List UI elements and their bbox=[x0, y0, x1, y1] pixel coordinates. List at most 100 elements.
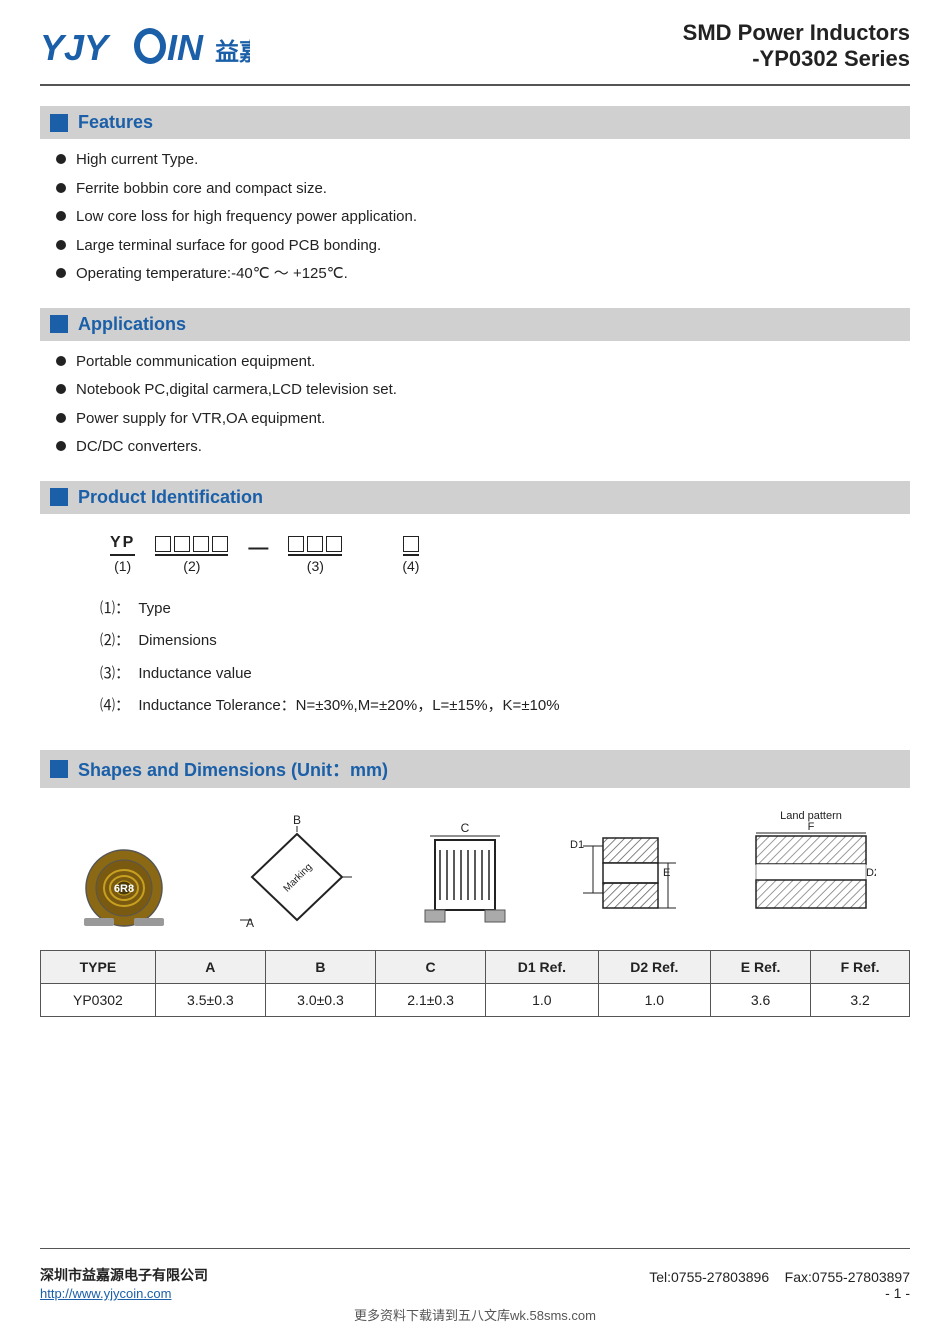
page-number: - 1 - bbox=[885, 1285, 910, 1301]
desc-num: ⑶： bbox=[100, 665, 130, 682]
header-title: SMD Power Inductors -YP0302 Series bbox=[683, 20, 910, 72]
product-id-icon bbox=[50, 488, 68, 506]
cell-f: 3.2 bbox=[811, 983, 910, 1016]
website-link[interactable]: http://www.yjycoin.com bbox=[40, 1286, 172, 1301]
features-icon bbox=[50, 114, 68, 132]
svg-text:A: A bbox=[246, 916, 254, 930]
col-f: F Ref. bbox=[811, 950, 910, 983]
bullet-icon bbox=[56, 183, 66, 193]
list-item: Ferrite bobbin core and compact size. bbox=[56, 178, 910, 201]
features-header: Features bbox=[40, 106, 910, 139]
cell-b: 3.0±0.3 bbox=[265, 983, 375, 1016]
land-pattern-drawing: Land pattern F D2 bbox=[746, 808, 876, 932]
shapes-title: Shapes and Dimensions (Unit：mm) bbox=[78, 756, 388, 782]
feature-text: Large terminal surface for good PCB bond… bbox=[76, 235, 381, 258]
list-item: Power supply for VTR,OA equipment. bbox=[56, 408, 910, 431]
feature-text: Ferrite bobbin core and compact size. bbox=[76, 178, 327, 201]
list-item: Large terminal surface for good PCB bond… bbox=[56, 235, 910, 258]
shapes-icon bbox=[50, 760, 68, 778]
app-text: Notebook PC,digital carmera,LCD televisi… bbox=[76, 379, 397, 402]
side-view-drawing: D1 E bbox=[568, 818, 688, 932]
title-line1: SMD Power Inductors bbox=[683, 20, 910, 46]
logo-area: YJY IN 益嘉源 bbox=[40, 22, 250, 70]
applications-header: Applications bbox=[40, 308, 910, 341]
col-e: E Ref. bbox=[711, 950, 811, 983]
app-text: DC/DC converters. bbox=[76, 436, 202, 459]
coil-drawing: 6R8 bbox=[74, 838, 174, 932]
list-item: Operating temperature:-40℃ ～ +125℃. bbox=[56, 263, 910, 286]
svg-text:B: B bbox=[293, 813, 301, 827]
footer-contact: Tel:0755-27803896 Fax:0755-27803897 bbox=[649, 1269, 910, 1285]
title-line2: -YP0302 Series bbox=[683, 46, 910, 72]
svg-text:IN: IN bbox=[167, 27, 204, 68]
features-title: Features bbox=[78, 112, 153, 133]
code-num-2: (2) bbox=[183, 558, 200, 574]
bullet-icon bbox=[56, 240, 66, 250]
feature-text: Low core loss for high frequency power a… bbox=[76, 206, 417, 229]
page-wrapper: YJY IN 益嘉源 SMD Power Inductors -YP0302 S… bbox=[0, 0, 950, 1344]
box bbox=[307, 536, 323, 552]
list-item: ⑶： Inductance value bbox=[100, 663, 890, 686]
box bbox=[155, 536, 171, 552]
list-item: High current Type. bbox=[56, 149, 910, 172]
bullet-icon bbox=[56, 268, 66, 278]
product-id-header: Product Identification bbox=[40, 481, 910, 514]
code-block-4: (4) bbox=[402, 536, 419, 574]
cell-d1: 1.0 bbox=[486, 983, 598, 1016]
table-header-row: TYPE A B C D1 Ref. D2 Ref. E Ref. F Ref. bbox=[41, 950, 910, 983]
applications-list: Portable communication equipment. Notebo… bbox=[40, 351, 910, 471]
feature-text: High current Type. bbox=[76, 149, 198, 172]
product-desc-list: ⑴： Type ⑵： Dimensions ⑶： Inductance valu… bbox=[80, 598, 890, 734]
shapes-header: Shapes and Dimensions (Unit：mm) bbox=[40, 750, 910, 788]
code-yp: YP bbox=[110, 534, 135, 556]
bullet-icon bbox=[56, 384, 66, 394]
bullet-icon bbox=[56, 413, 66, 423]
desc-num: ⑷： bbox=[100, 697, 130, 714]
cell-a: 3.5±0.3 bbox=[155, 983, 265, 1016]
col-d1: D1 Ref. bbox=[486, 950, 598, 983]
code-block-2: (2) bbox=[155, 536, 228, 574]
bullet-icon bbox=[56, 211, 66, 221]
app-text: Portable communication equipment. bbox=[76, 351, 315, 374]
header: YJY IN 益嘉源 SMD Power Inductors -YP0302 S… bbox=[40, 20, 910, 86]
features-list: High current Type. Ferrite bobbin core a… bbox=[40, 149, 910, 298]
svg-text:D2: D2 bbox=[866, 867, 876, 879]
list-item: Low core loss for high frequency power a… bbox=[56, 206, 910, 229]
code-block-3: (3) bbox=[288, 536, 342, 574]
col-type: TYPE bbox=[41, 950, 156, 983]
list-item: ⑷： Inductance Tolerance：N=±30%,M=±20%，L=… bbox=[100, 695, 890, 718]
svg-text:C: C bbox=[461, 822, 470, 835]
feature-text: Operating temperature:-40℃ ～ +125℃. bbox=[76, 263, 348, 286]
box bbox=[326, 536, 342, 552]
product-id-title: Product Identification bbox=[78, 487, 263, 508]
list-item: Notebook PC,digital carmera,LCD televisi… bbox=[56, 379, 910, 402]
bullet-icon bbox=[56, 356, 66, 366]
list-item: ⑵： Dimensions bbox=[100, 630, 890, 653]
box bbox=[193, 536, 209, 552]
code-block-1: YP (1) bbox=[110, 534, 135, 574]
logo-svg: YJY IN 益嘉源 bbox=[40, 22, 250, 70]
svg-text:D1: D1 bbox=[570, 839, 584, 851]
box bbox=[174, 536, 190, 552]
company-name: 深圳市益嘉源电子有限公司 bbox=[40, 1265, 208, 1285]
cell-d2: 1.0 bbox=[598, 983, 710, 1016]
dimensions-table: TYPE A B C D1 Ref. D2 Ref. E Ref. F Ref.… bbox=[40, 950, 910, 1017]
box bbox=[288, 536, 304, 552]
code-num-3: (3) bbox=[307, 558, 324, 574]
applications-icon bbox=[50, 315, 68, 333]
rect-drawing: C bbox=[420, 822, 510, 932]
code-num-4: (4) bbox=[402, 558, 419, 574]
col-b: B bbox=[265, 950, 375, 983]
code-dash: — bbox=[248, 537, 268, 574]
footer-right: Tel:0755-27803896 Fax:0755-27803897 - 1 … bbox=[649, 1269, 910, 1301]
cell-e: 3.6 bbox=[711, 983, 811, 1016]
list-item: DC/DC converters. bbox=[56, 436, 910, 459]
desc-num: ⑵： bbox=[100, 632, 130, 649]
svg-text:益嘉源: 益嘉源 bbox=[215, 38, 250, 66]
diamond-drawing: B Marking A bbox=[232, 812, 362, 932]
col-c: C bbox=[376, 950, 486, 983]
footer-left: 深圳市益嘉源电子有限公司 http://www.yjycoin.com bbox=[40, 1265, 208, 1301]
list-item: Portable communication equipment. bbox=[56, 351, 910, 374]
product-id-section: YP (1) (2) — bbox=[40, 524, 910, 744]
watermark: 更多资料下载请到五八文库wk.58sms.com bbox=[40, 1305, 910, 1324]
